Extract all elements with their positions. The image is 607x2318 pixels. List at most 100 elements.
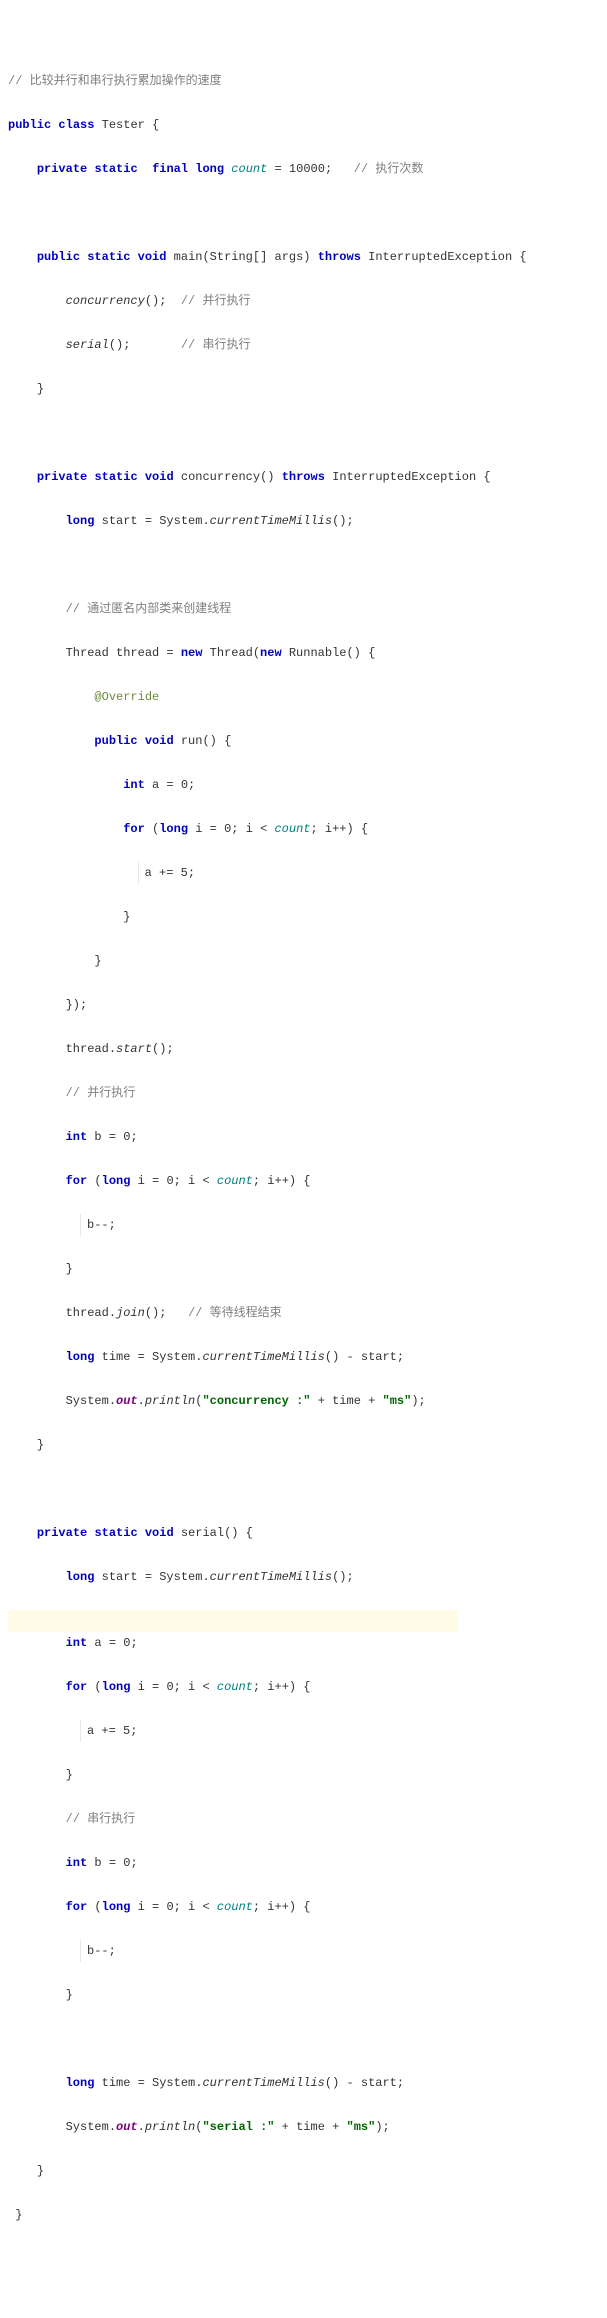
keyword: public (37, 250, 80, 264)
keyword: void (145, 1526, 174, 1540)
code-line (8, 1478, 599, 1500)
text: ; (130, 1724, 137, 1738)
text: ( (195, 1394, 202, 1408)
code-line: int b = 0; (8, 1126, 599, 1148)
code-line: // 比较并行和串行执行累加操作的速度 (8, 70, 599, 92)
highlighted-line (8, 1610, 458, 1632)
comment: // 并行执行 (66, 1086, 136, 1100)
keyword: private (37, 1526, 87, 1540)
text: + time + (274, 2120, 346, 2134)
code-line: private static final long count = 10000;… (8, 158, 599, 180)
code-line (8, 554, 599, 576)
keyword: static (87, 250, 130, 264)
text: thread. (66, 1306, 116, 1320)
text: i = (130, 1900, 166, 1914)
text: InterruptedException { (325, 470, 491, 484)
code-line: thread.start(); (8, 1038, 599, 1060)
keyword: new (260, 646, 282, 660)
text: + time + (311, 1394, 383, 1408)
string: "concurrency :" (202, 1394, 310, 1408)
comment: // 比较并行和串行执行累加操作的速度 (8, 74, 222, 88)
code-line: for (long i = 0; i < count; i++) { (8, 818, 599, 840)
text: } (66, 1262, 73, 1276)
text: ( (87, 1900, 101, 1914)
keyword: new (181, 646, 203, 660)
text: ; i++) { (253, 1900, 311, 1914)
method-call: currentTimeMillis (210, 514, 332, 528)
keyword: int (66, 1636, 88, 1650)
text: a += (87, 1724, 123, 1738)
fold-gutter (138, 862, 143, 884)
text: ; (188, 778, 195, 792)
code-line: long time = System.currentTimeMillis() -… (8, 1346, 599, 1368)
code-line: } (8, 1258, 599, 1280)
number: 0 (123, 1856, 130, 1870)
code-line: b--; (8, 1214, 599, 1236)
code-line: System.out.println("serial :" + time + "… (8, 2116, 599, 2138)
text: } (66, 1768, 73, 1782)
code-line: private static void concurrency() throws… (8, 466, 599, 488)
keyword: static (94, 162, 137, 176)
code-line: } (8, 1984, 599, 2006)
text: (); (332, 1570, 354, 1584)
keyword: int (66, 1130, 88, 1144)
code-line: private static void serial() { (8, 1522, 599, 1544)
code-line: for (long i = 0; i < count; i++) { (8, 1896, 599, 1918)
text: serial() { (174, 1526, 253, 1540)
text: System. (66, 1394, 116, 1408)
number: 0 (181, 778, 188, 792)
text: ; (130, 1130, 137, 1144)
code-line (8, 202, 599, 224)
text: run() { (174, 734, 232, 748)
text: } (37, 382, 44, 396)
keyword: public (8, 118, 51, 132)
text: time = System. (94, 2076, 202, 2090)
code-line: } (8, 1434, 599, 1456)
text: start = System. (94, 1570, 209, 1584)
comment: // 串行执行 (66, 1812, 136, 1826)
keyword: int (123, 778, 145, 792)
text: b--; (87, 1944, 116, 1958)
number: 0 (166, 1900, 173, 1914)
text: ( (195, 2120, 202, 2134)
keyword: long (159, 822, 188, 836)
text: } (15, 2208, 22, 2222)
field: count (217, 1174, 253, 1188)
text: ( (87, 1680, 101, 1694)
text: concurrency() (181, 470, 282, 484)
text: ; i++) { (253, 1680, 311, 1694)
text: ; i < (174, 1900, 217, 1914)
text: ; i < (174, 1680, 217, 1694)
keyword: throws (282, 470, 325, 484)
keyword: long (66, 1570, 95, 1584)
text: ); (411, 1394, 425, 1408)
code-line: long start = System.currentTimeMillis(); (8, 510, 599, 532)
number: 5 (123, 1724, 130, 1738)
code-line: // 通过匿名内部类来创建线程 (8, 598, 599, 620)
text: Runnable() { (282, 646, 376, 660)
text: } (66, 1988, 73, 2002)
text: (); (332, 514, 354, 528)
text: (); (145, 294, 167, 308)
text: . (138, 2120, 145, 2134)
keyword: long (195, 162, 224, 176)
code-line: System.out.println("concurrency :" + tim… (8, 1390, 599, 1412)
text: ; (130, 1856, 137, 1870)
comment: // 串行执行 (181, 338, 251, 352)
number: 10000 (289, 162, 325, 176)
text: ); (375, 2120, 389, 2134)
code-line: for (long i = 0; i < count; i++) { (8, 1170, 599, 1192)
code-line: } (8, 950, 599, 972)
number: 0 (166, 1680, 173, 1694)
keyword: long (66, 514, 95, 528)
fold-gutter (80, 1214, 85, 1236)
string: "ms" (347, 2120, 376, 2134)
string: "serial :" (202, 2120, 274, 2134)
comment: // 等待线程结束 (188, 1306, 282, 1320)
number: 5 (181, 866, 188, 880)
keyword: public (94, 734, 137, 748)
code-line: // 并行执行 (8, 1082, 599, 1104)
code-line: int a = 0; (8, 774, 599, 796)
field: count (217, 1680, 253, 1694)
method-call: println (145, 1394, 195, 1408)
